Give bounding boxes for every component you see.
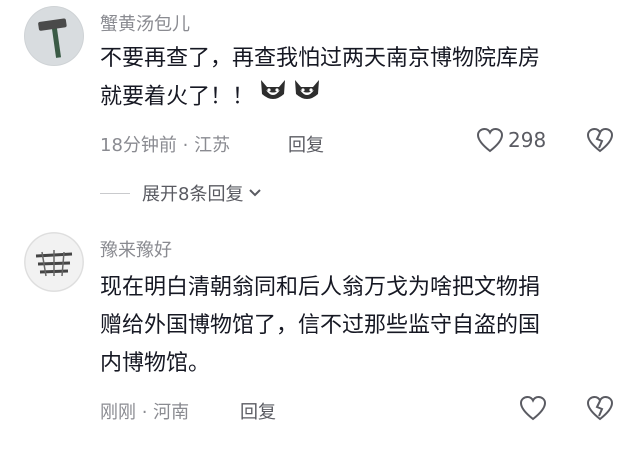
comment-text-line: 就要着火了！！ (100, 78, 540, 117)
avatar[interactable] (24, 232, 84, 292)
husky-dog-emoji-icon (292, 78, 322, 117)
comment-text-line: 内博物馆。 (100, 351, 211, 376)
expand-replies-label: 展开8条回复 (142, 184, 244, 205)
chevron-down-icon (249, 189, 262, 197)
location: 河南 (153, 402, 190, 423)
heart-icon (519, 395, 547, 421)
dislike-button[interactable] (586, 127, 614, 153)
separator: · (136, 402, 154, 423)
dislike-button[interactable] (586, 395, 614, 421)
avatar[interactable] (24, 6, 84, 66)
heart-icon (476, 127, 504, 153)
comment-text-segment: 就要着火了！！ (100, 84, 255, 110)
comment-meta: 18分钟前 · 江苏 (100, 131, 230, 157)
comment-text-line: 赠给外国博物馆了，信不过那些监守自盗的国 (100, 313, 541, 338)
like-count: 298 (508, 128, 547, 152)
like-button[interactable] (519, 395, 547, 421)
broken-heart-icon (586, 127, 614, 153)
husky-dog-emoji-icon (258, 78, 288, 117)
location: 江苏 (194, 135, 231, 156)
divider (100, 192, 130, 194)
comment-text: 不要再查了，再查我怕过两天南京博物院库房 就要着火了！！ (100, 40, 540, 117)
reply-button[interactable]: 回复 (288, 131, 324, 157)
comment-text-line: 不要再查了，再查我怕过两天南京博物院库房 (100, 46, 541, 71)
like-button[interactable]: 298 (476, 127, 546, 153)
comment-text-line: 现在明白清朝翁同和后人翁万戈为啥把文物捐 (100, 275, 541, 300)
username[interactable]: 蟹黄汤包儿 (100, 10, 190, 36)
broken-heart-icon (586, 395, 614, 421)
comment-text: 现在明白清朝翁同和后人翁万戈为啥把文物捐 赠给外国博物馆了，信不过那些监守自盗的… (100, 269, 540, 383)
timestamp: 刚刚 (100, 402, 136, 423)
separator: · (176, 135, 195, 156)
reply-button[interactable]: 回复 (240, 398, 276, 424)
expand-replies[interactable]: 展开8条回复 (100, 180, 263, 206)
username[interactable]: 豫来豫好 (100, 236, 172, 262)
timestamp: 18分钟前 (100, 135, 177, 156)
comment-meta: 刚刚 · 河南 (100, 398, 189, 424)
